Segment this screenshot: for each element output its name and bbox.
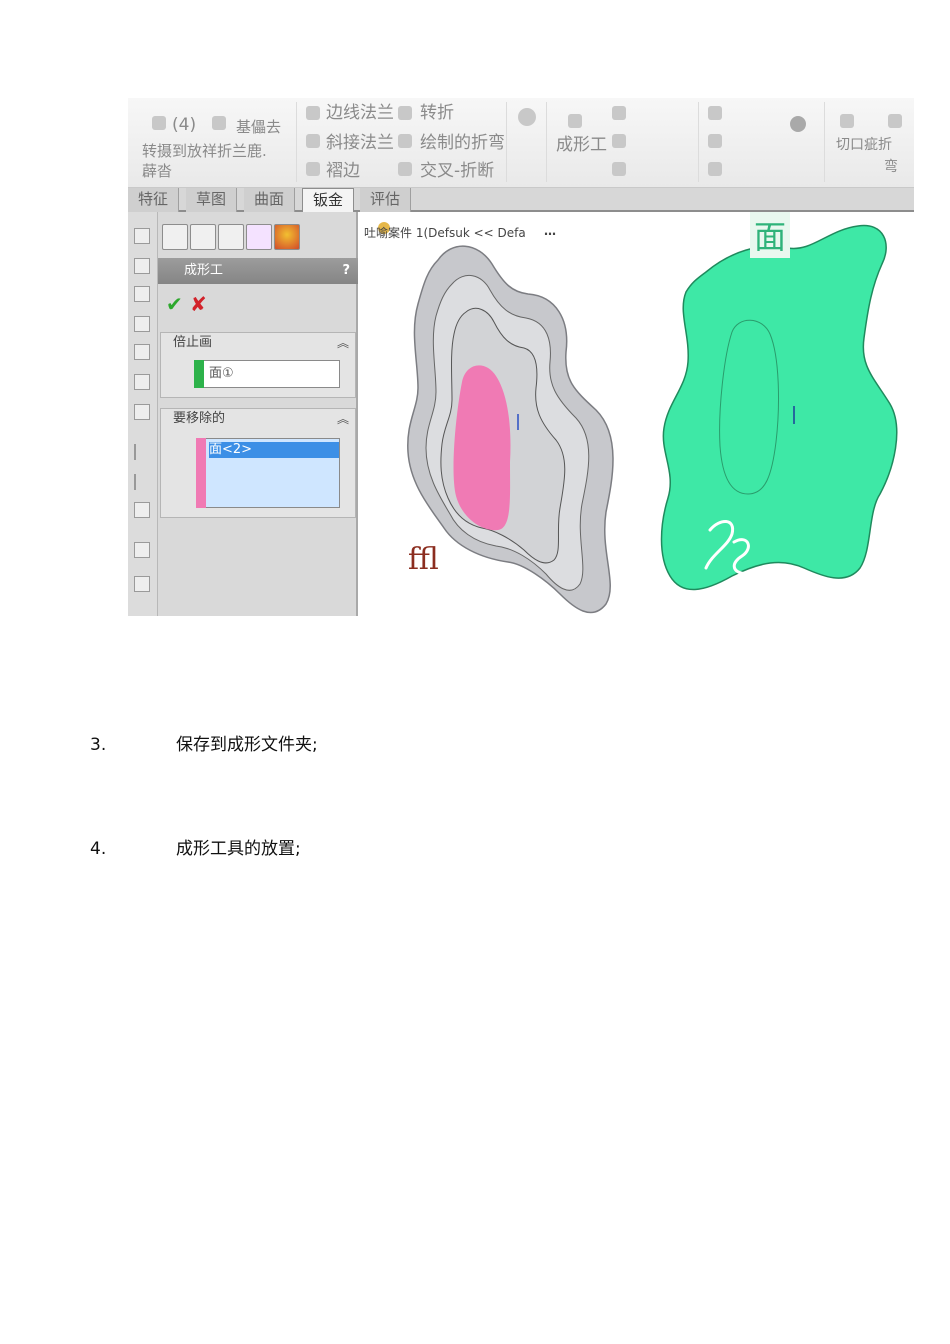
- box-icon[interactable]: [134, 576, 150, 592]
- tab-sheet-metal[interactable]: 钣金: [302, 188, 355, 214]
- cut-relief-button[interactable]: 切口疵折: [836, 136, 892, 154]
- box-icon[interactable]: [134, 542, 150, 558]
- edge-flange-icon: [306, 106, 320, 120]
- tab-icon: [212, 116, 226, 130]
- jog-icon: [398, 106, 412, 120]
- logo-text: Fon: [722, 584, 751, 600]
- miter-flange-button[interactable]: 斜接法兰: [326, 134, 394, 152]
- command-tabs: 特征 草图 曲面 钣金 评估: [128, 188, 914, 214]
- step-text: 保存到成形文件夹;: [176, 735, 318, 755]
- stop-face-header[interactable]: 倍止画 ︽: [161, 333, 355, 353]
- remove-face-item[interactable]: 面<2>: [209, 442, 339, 458]
- manager-tabs: [158, 220, 358, 252]
- box-icon[interactable]: [134, 502, 150, 518]
- selection-color-marker: [196, 438, 206, 508]
- forming-tool-button[interactable]: 成形工: [556, 136, 607, 154]
- jog-button[interactable]: 转折: [420, 104, 454, 122]
- box-icon[interactable]: [134, 258, 150, 274]
- ffl-label: ffl: [408, 542, 439, 577]
- sketch-line-icon[interactable]: [134, 474, 150, 490]
- sketched-bend-button[interactable]: 绘制的折弯: [420, 134, 505, 152]
- box-icon[interactable]: [134, 344, 150, 360]
- display-manager-icon[interactable]: [274, 224, 300, 250]
- forming-tool-icon: [568, 114, 582, 128]
- collapse-chevron-icon[interactable]: ︽: [337, 409, 349, 429]
- convert-line-2: 薜沓: [142, 162, 173, 180]
- tab-evaluate[interactable]: 评估: [360, 188, 412, 212]
- box-icon[interactable]: [134, 404, 150, 420]
- pink-removed-face: [453, 365, 511, 531]
- base-flange-button[interactable]: 基儡去: [236, 118, 281, 136]
- convert-to-sheet-metal-button[interactable]: 转摄到放祥折兰鹿.: [142, 142, 267, 160]
- rip-icon: [708, 134, 722, 148]
- corner-icon: [518, 108, 536, 126]
- dimxpert-icon[interactable]: [246, 224, 272, 250]
- cancel-x-icon[interactable]: ✘: [190, 292, 207, 316]
- bend-icon: [888, 114, 902, 128]
- box-icon[interactable]: [134, 286, 150, 302]
- fold-icon: [612, 134, 626, 148]
- miter-flange-icon: [306, 134, 320, 148]
- sketch-line-icon[interactable]: [134, 444, 150, 460]
- green-stop-face: [660, 224, 898, 591]
- stop-face-value: 面①: [209, 366, 234, 381]
- sketched-bend-icon: [398, 134, 412, 148]
- step-text: 成形工具的放置;: [176, 839, 301, 859]
- edge-flange-button[interactable]: 边线法兰: [326, 104, 394, 122]
- tab-features[interactable]: 特征: [128, 188, 180, 212]
- cut-relief-icon: [840, 114, 854, 128]
- box-icon[interactable]: [134, 374, 150, 390]
- command-manager-ribbon: (4) 基儡去 转摄到放祥折兰鹿. 薜沓 边线法兰 斜接法兰 褶边 转折 绘制的…: [128, 98, 914, 188]
- feature-manager-icon[interactable]: [162, 224, 188, 250]
- property-manager-title: 成形工 ?: [158, 258, 358, 284]
- ok-check-icon[interactable]: ✔: [166, 292, 183, 316]
- cross-break-button[interactable]: 交叉-折断: [420, 162, 494, 180]
- insert-bends-icon: [708, 162, 722, 176]
- step-number: 3.: [90, 735, 107, 755]
- tab-surfaces[interactable]: 曲面: [244, 188, 296, 212]
- flatten-icon: [612, 162, 626, 176]
- face-label: 面: [750, 212, 791, 258]
- remove-faces-header[interactable]: 要移除的 ︽: [161, 409, 355, 429]
- graphics-area: 吐喻案件 1(Defsuk << Defa … 面 ffl Fon: [360, 212, 914, 616]
- stop-face-label: 倍止画: [173, 335, 213, 350]
- collapse-chevron-icon[interactable]: ︽: [337, 333, 349, 353]
- cut-relief-line-2: 弯: [884, 159, 898, 175]
- hem-button[interactable]: 褶边: [326, 162, 360, 180]
- ribbon-num-label: (4): [172, 115, 197, 135]
- cross-break-icon: [398, 162, 412, 176]
- left-toolbar: [128, 212, 158, 616]
- property-manager-icon[interactable]: [190, 224, 216, 250]
- help-button[interactable]: ?: [342, 258, 350, 284]
- configuration-manager-icon[interactable]: [218, 224, 244, 250]
- step-4: 4. 成形工具的放置;: [90, 834, 301, 859]
- model-view: [407, 224, 898, 614]
- stop-face-field[interactable]: 面①: [194, 360, 340, 388]
- solidworks-screenshot: (4) 基儡去 转摄到放祥折兰鹿. 薜沓 边线法兰 斜接法兰 褶边 转折 绘制的…: [128, 98, 914, 616]
- step-3: 3. 保存到成形文件夹;: [90, 730, 318, 755]
- unfold-icon: [612, 106, 626, 120]
- box-icon[interactable]: [134, 228, 150, 244]
- remove-faces-label: 要移除的: [173, 411, 226, 426]
- hem-icon: [306, 162, 320, 176]
- vent-icon: [790, 116, 806, 132]
- remove-faces-list[interactable]: 面<2>: [196, 438, 340, 508]
- selection-color-marker: [194, 360, 204, 388]
- base-flange-icon: [152, 116, 166, 130]
- no-bends-icon: [708, 106, 722, 120]
- forming-tool-title: 成形工: [184, 263, 224, 278]
- box-icon[interactable]: [134, 316, 150, 332]
- tab-sketch[interactable]: 草图: [186, 188, 238, 212]
- step-number: 4.: [90, 839, 107, 859]
